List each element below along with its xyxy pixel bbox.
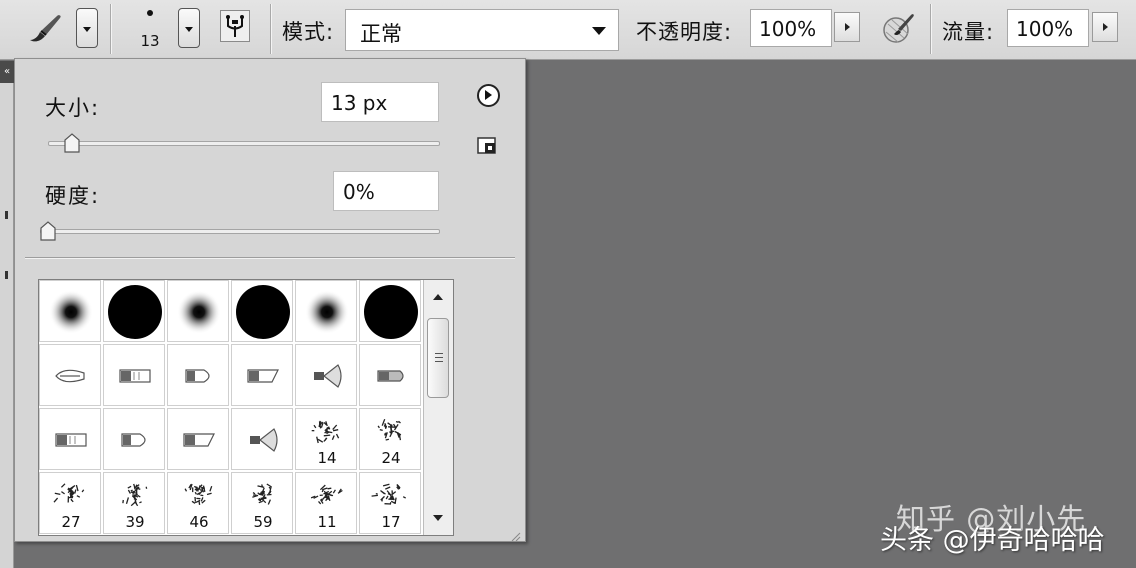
hardness-slider-track[interactable]	[40, 229, 440, 234]
flow-label: 流量:	[942, 20, 995, 44]
flyout-menu-icon[interactable]	[477, 84, 500, 107]
opacity-value: 100%	[759, 17, 817, 41]
brush-fan-icon	[314, 364, 342, 388]
separator	[930, 4, 931, 54]
divider	[25, 257, 515, 258]
tool-marker	[5, 271, 8, 279]
hardness-label: 硬度:	[45, 184, 101, 208]
flow-input[interactable]: 100%	[1007, 9, 1089, 47]
brush-angle-icon	[247, 369, 279, 383]
opacity-input[interactable]: 100%	[750, 9, 832, 47]
brush-preset-brush-fan[interactable]	[231, 408, 293, 470]
separator	[110, 4, 111, 54]
brush-round-tip-icon	[121, 433, 146, 447]
brush-preset-brush-flat[interactable]	[103, 344, 165, 406]
soft-round-icon	[49, 290, 93, 334]
separator	[270, 4, 271, 54]
brush-preset-brush-angle[interactable]	[231, 344, 293, 406]
brush-preset-spatter[interactable]: 27	[39, 472, 101, 534]
brush-preset-spatter[interactable]: 17	[359, 472, 421, 534]
size-input[interactable]: 13 px	[321, 82, 439, 122]
hardness-value: 0%	[343, 180, 375, 204]
brush-preset-size: 27	[61, 513, 81, 531]
brush-preset-size: 11	[317, 513, 337, 531]
brush-preset-spatter[interactable]: 24	[359, 408, 421, 470]
brush-preset-soft-round[interactable]	[295, 280, 357, 342]
brush-preset-soft-round[interactable]	[39, 280, 101, 342]
brush-icon[interactable]	[24, 10, 64, 46]
brush-picker-dropdown[interactable]	[178, 8, 200, 48]
brush-preset-brush-angle[interactable]	[167, 408, 229, 470]
brush-preset-spatter[interactable]: 59	[231, 472, 293, 534]
hardness-input[interactable]: 0%	[333, 171, 439, 211]
scroll-up-icon[interactable]	[433, 294, 443, 300]
brush-preset-size: 14	[317, 449, 337, 467]
mode-value: 正常	[360, 22, 402, 46]
brush-preset-spatter[interactable]: 14	[295, 408, 357, 470]
brush-flat-icon	[55, 433, 87, 447]
flow-value: 100%	[1016, 17, 1074, 41]
options-bar: 13 模式: 正常 不透明度: 100% 流量: 100%	[0, 0, 1136, 60]
scroll-down-icon[interactable]	[433, 515, 443, 521]
brush-pointed-icon	[55, 369, 85, 383]
hardness-slider-thumb[interactable]	[39, 221, 57, 241]
brush-preset-spatter[interactable]: 46	[167, 472, 229, 534]
brush-fan-icon	[250, 428, 278, 452]
size-value: 13 px	[331, 91, 388, 115]
new-preset-icon[interactable]	[477, 137, 497, 155]
toolbox-edge: «	[0, 61, 14, 568]
brush-preset-brush-flat[interactable]	[39, 408, 101, 470]
flow-slider-button[interactable]	[1092, 12, 1118, 42]
tablet-pressure-icon[interactable]	[880, 10, 916, 46]
brush-preset-size: 17	[381, 513, 401, 531]
brush-preset-size: 24	[381, 449, 401, 467]
preset-scrollbar[interactable]	[423, 280, 453, 535]
brush-round-tip-icon	[185, 369, 210, 383]
brush-blunt-icon	[377, 370, 404, 382]
collapse-icon[interactable]: «	[0, 61, 14, 83]
brush-preset-spatter[interactable]: 11	[295, 472, 357, 534]
brush-preset-grid: 14 24 27 39 46 59 11 17	[38, 279, 454, 536]
size-slider-track[interactable]	[48, 141, 440, 146]
brush-preset-spatter[interactable]: 39	[103, 472, 165, 534]
airbrush-icon[interactable]	[220, 10, 250, 42]
scrollbar-thumb[interactable]	[427, 318, 449, 398]
brush-preset-brush-fan[interactable]	[295, 344, 357, 406]
brush-preview[interactable]	[147, 10, 153, 16]
resize-grip-icon[interactable]	[511, 527, 521, 542]
brush-flat-icon	[119, 369, 151, 383]
brush-preset-size: 46	[189, 513, 209, 531]
tool-preset-dropdown[interactable]	[76, 8, 98, 48]
soft-round-icon	[305, 290, 349, 334]
brush-preset-picker: 大小: 13 px 硬度: 0% 14 24 27 39 46 59 11 17	[14, 58, 526, 542]
hard-round-icon	[108, 285, 162, 339]
tool-marker	[5, 211, 8, 219]
opacity-slider-button[interactable]	[834, 12, 860, 42]
mode-select[interactable]: 正常	[345, 9, 619, 51]
brush-preset-hard-round[interactable]	[103, 280, 165, 342]
brush-preset-brush-round-tip[interactable]	[167, 344, 229, 406]
size-label: 大小:	[45, 96, 101, 120]
brush-preset-brush-blunt[interactable]	[359, 344, 421, 406]
brush-preset-size: 39	[125, 513, 145, 531]
chevron-down-icon	[592, 27, 606, 35]
opacity-label: 不透明度:	[636, 20, 733, 44]
brush-preset-hard-round[interactable]	[359, 280, 421, 342]
soft-round-icon	[177, 290, 221, 334]
brush-preset-soft-round[interactable]	[167, 280, 229, 342]
brush-preset-hard-round[interactable]	[231, 280, 293, 342]
brush-size-readout: 13	[140, 32, 160, 50]
hard-round-icon	[236, 285, 290, 339]
brush-preset-brush-round-tip[interactable]	[103, 408, 165, 470]
brush-preset-brush-pointed[interactable]	[39, 344, 101, 406]
size-slider-thumb[interactable]	[63, 133, 81, 153]
brush-preset-size: 59	[253, 513, 273, 531]
brush-angle-icon	[183, 433, 215, 447]
watermark-toutiao: 头条 @伊奇哈哈哈	[880, 525, 1105, 556]
hard-round-icon	[364, 285, 418, 339]
mode-label: 模式:	[282, 20, 335, 44]
